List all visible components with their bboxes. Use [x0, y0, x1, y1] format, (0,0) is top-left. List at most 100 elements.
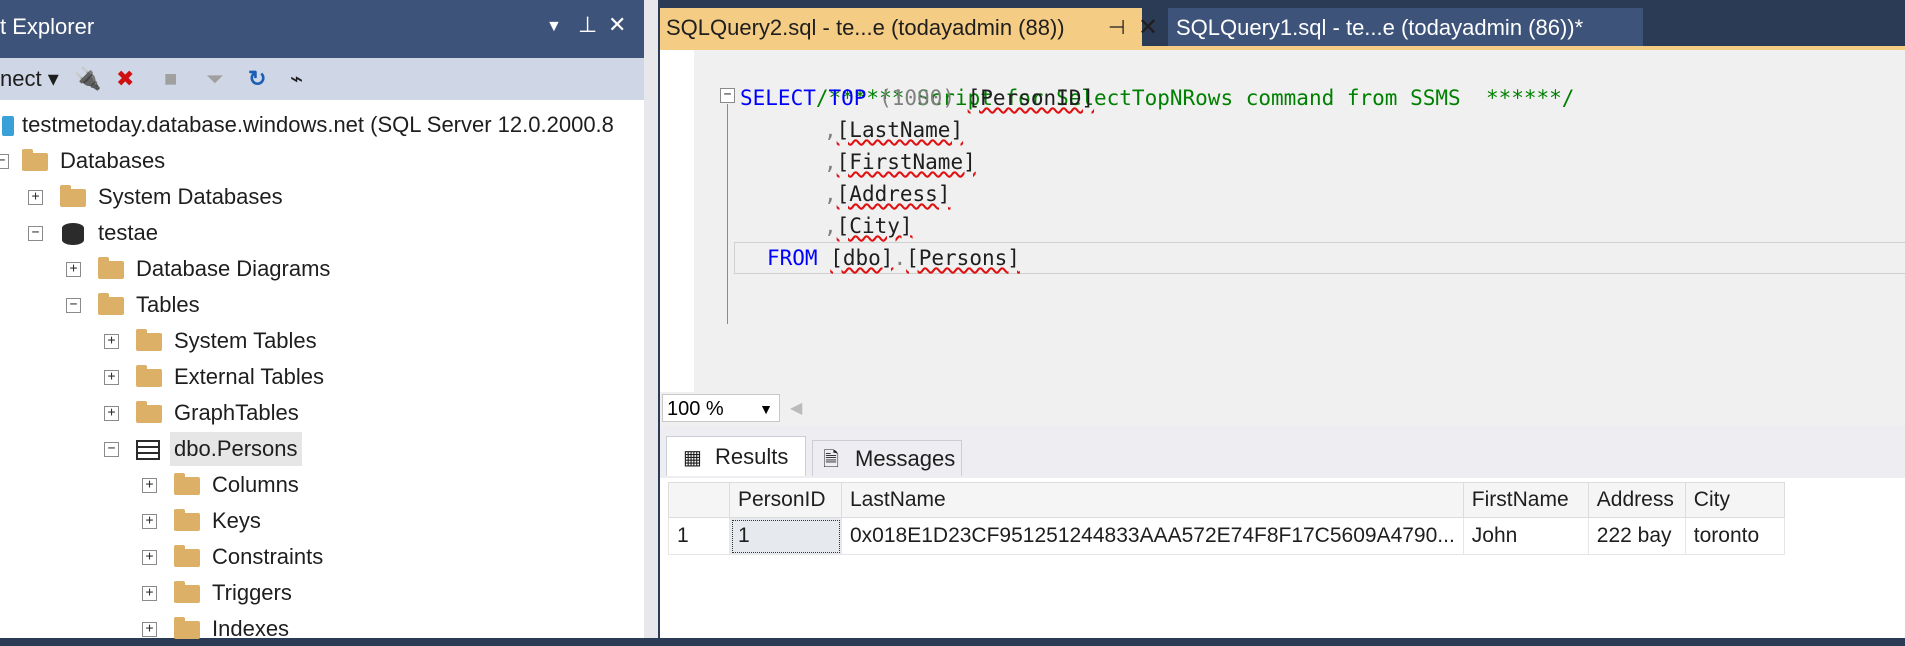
tab-results[interactable]: ▦ Results — [666, 436, 806, 476]
column-header[interactable]: PersonID — [729, 482, 842, 518]
tree-node-label: Database Diagrams — [136, 256, 331, 281]
code-line-2: SELECT TOP (1000) [PersonID] — [740, 82, 1094, 114]
code-line-4: ,[FirstName] — [824, 146, 976, 178]
pin-icon[interactable]: ⊣ — [1108, 8, 1125, 48]
expand-icon[interactable]: + — [142, 514, 157, 529]
tree-node-label: Columns — [212, 472, 299, 497]
database-icon — [62, 223, 84, 245]
tab-sqlquery1[interactable]: SQLQuery1.sql - te...e (todayadmin (86))… — [1168, 8, 1643, 48]
code-line-5: ,[Address] — [824, 178, 950, 210]
code-line-1: /****** Script for SelectTopNRows comman… — [740, 50, 1575, 110]
tree-node-label: Keys — [212, 508, 261, 533]
folder-icon — [174, 473, 200, 495]
code-line-6: ,[City] — [824, 210, 913, 242]
column-header[interactable]: City — [1684, 482, 1785, 518]
object-explorer-toolbar: nect ▾ 🔌 ✖ ■ ⏷ ↻ ⌁ — [0, 58, 644, 100]
collapse-icon[interactable]: − — [0, 154, 9, 169]
expand-icon[interactable]: + — [142, 550, 157, 565]
activity-monitor-icon[interactable]: ⌁ — [290, 64, 303, 94]
row-number-header[interactable] — [668, 482, 730, 518]
pin-icon[interactable]: ⊥ — [578, 12, 597, 38]
folder-icon — [136, 329, 162, 351]
tree-node-label: System Tables — [174, 328, 317, 353]
sql-identifier: [dbo] — [830, 246, 894, 270]
expand-icon[interactable]: + — [142, 622, 157, 637]
close-icon[interactable]: ✕ — [608, 12, 626, 38]
editor-margin — [660, 50, 695, 392]
tab-label: SQLQuery2.sql - te...e (todayadmin (88)) — [666, 15, 1065, 40]
folder-icon — [136, 401, 162, 423]
sql-punctuation: , — [824, 214, 837, 238]
tree-node-label: Databases — [60, 148, 166, 173]
sql-punctuation: , — [824, 118, 837, 142]
disconnect-icon[interactable]: ✖ — [116, 64, 134, 94]
zoom-select[interactable]: 100 % ▼ — [662, 394, 780, 422]
tree-node-label: GraphTables — [174, 400, 299, 425]
sql-literal: (1000) — [879, 86, 955, 110]
folder-icon — [98, 257, 124, 279]
expand-icon[interactable]: + — [142, 478, 157, 493]
folder-icon — [60, 185, 86, 207]
sql-identifier: [City] — [836, 214, 913, 238]
tree-node-label: Indexes — [212, 616, 290, 641]
sql-identifier: [PersonID] — [967, 86, 1095, 110]
code-area[interactable]: − /****** Script for SelectTopNRows comm… — [694, 50, 1905, 392]
sql-identifier: [Address] — [836, 182, 951, 206]
table-row[interactable]: 1 1 0x018E1D23CF951251244833AAA572E74F8F… — [668, 517, 1785, 555]
sql-identifier: [Persons] — [906, 246, 1020, 270]
results-grid[interactable]: PersonID LastName FirstName Address City… — [668, 482, 1785, 555]
tab-sqlquery2[interactable]: SQLQuery2.sql - te...e (todayadmin (88))… — [660, 8, 1158, 48]
sql-identifier: [FirstName] — [836, 150, 976, 174]
refresh-icon[interactable]: ↻ — [248, 64, 266, 94]
results-tab-strip: ▦ Results 🗎 Messages — [660, 426, 1905, 478]
grid-cell-address[interactable]: 222 bay — [1587, 517, 1686, 555]
stop-icon[interactable]: ■ — [164, 64, 177, 94]
collapse-icon[interactable]: − — [720, 88, 735, 103]
tab-label: Results — [715, 444, 789, 469]
folder-icon — [98, 293, 124, 315]
grid-cell-firstname[interactable]: John — [1462, 517, 1589, 555]
folder-icon — [174, 617, 200, 639]
code-line-3: ,[LastName] — [824, 114, 963, 146]
grid-header-row: PersonID LastName FirstName Address City — [668, 482, 1785, 518]
tree-node-label: testae — [98, 220, 158, 245]
close-icon[interactable]: ✕ — [1138, 8, 1158, 48]
tree-node-server[interactable]: testmetoday.database.windows.net (SQL Se… — [0, 108, 644, 142]
connect-plug-icon[interactable]: 🔌 — [74, 64, 101, 94]
expand-icon[interactable]: + — [28, 190, 43, 205]
expand-icon[interactable]: + — [66, 262, 81, 277]
collapse-icon[interactable]: − — [104, 442, 119, 457]
table-icon — [136, 440, 160, 460]
tree-node-label: Triggers — [212, 580, 292, 605]
tree-node-label: Constraints — [212, 544, 324, 569]
sql-keyword: TOP — [828, 86, 867, 110]
expand-icon[interactable]: + — [104, 334, 119, 349]
grid-cell-lastname[interactable]: 0x018E1D23CF951251244833AAA572E74F8F17C5… — [841, 517, 1464, 555]
query-editor[interactable]: − /****** Script for SelectTopNRows comm… — [660, 50, 1905, 392]
tab-messages[interactable]: 🗎 Messages — [812, 440, 962, 476]
column-header[interactable]: FirstName — [1462, 482, 1589, 518]
object-explorer-scrollbar[interactable] — [644, 0, 658, 638]
object-explorer-panel: t Explorer ▼ ⊥ ✕ nect ▾ 🔌 ✖ ■ ⏷ ↻ ⌁ test… — [0, 0, 644, 641]
grid-cell-city[interactable]: toronto — [1684, 517, 1785, 555]
expand-icon[interactable]: + — [142, 586, 157, 601]
scroll-left-icon[interactable]: ◀ — [790, 398, 802, 418]
sql-punctuation: , — [824, 182, 837, 206]
filter-icon[interactable]: ⏷ — [206, 64, 224, 94]
expand-icon[interactable]: + — [104, 406, 119, 421]
column-header[interactable]: Address — [1587, 482, 1686, 518]
connect-button[interactable]: nect ▾ — [0, 64, 59, 94]
editor-status-bar: 100 % ▼ ◀ — [660, 392, 1905, 426]
collapse-icon[interactable]: − — [28, 226, 43, 241]
column-header[interactable]: LastName — [841, 482, 1464, 518]
object-explorer-title: t Explorer — [0, 14, 95, 39]
sql-keyword: FROM — [767, 246, 818, 270]
tree-node-label: External Tables — [174, 364, 325, 389]
dropdown-icon[interactable]: ▼ — [546, 18, 562, 36]
grid-cell-personid[interactable]: 1 — [729, 517, 842, 555]
collapse-icon[interactable]: − — [66, 298, 81, 313]
row-number[interactable]: 1 — [668, 517, 730, 555]
expand-icon[interactable]: + — [104, 370, 119, 385]
tree-node-label: Tables — [136, 292, 200, 317]
sql-keyword: SELECT — [740, 86, 816, 110]
